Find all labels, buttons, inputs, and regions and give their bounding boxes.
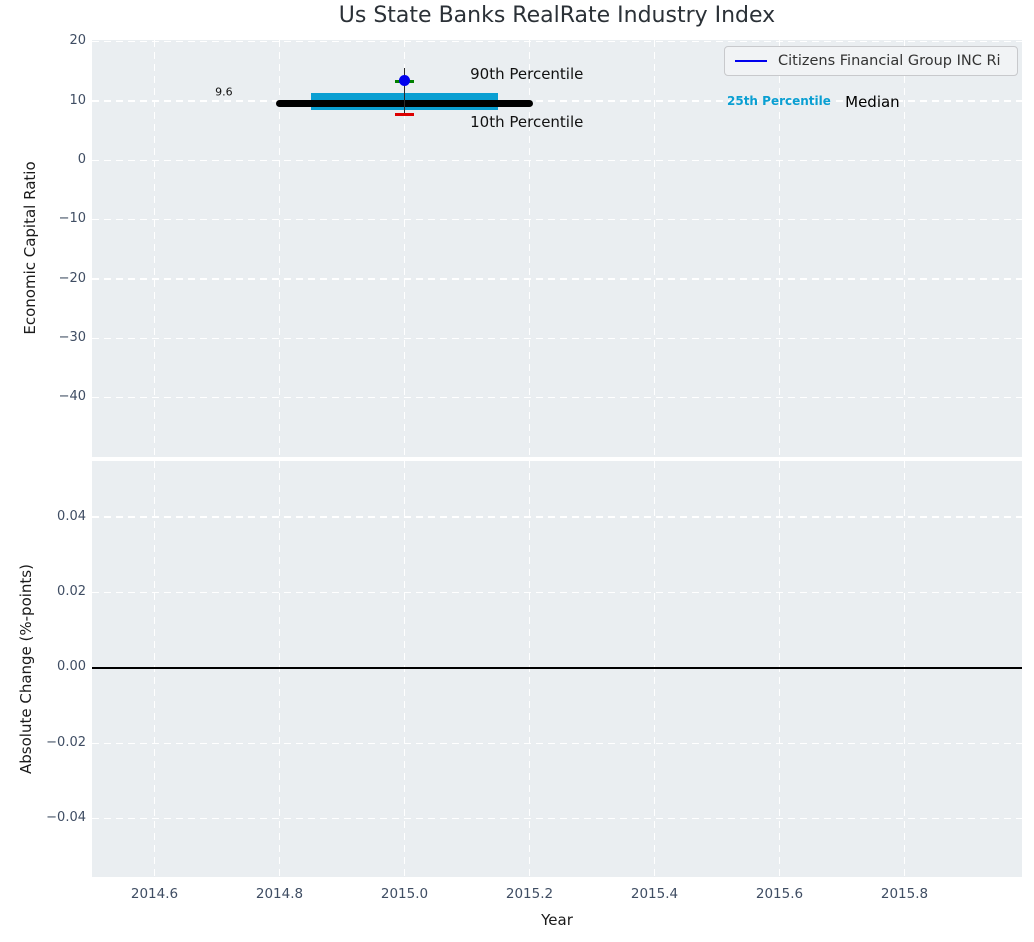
- top-y-axis-label: Economic Capital Ratio: [21, 161, 39, 335]
- y-tick-label: 0: [77, 151, 86, 167]
- y-tick-label: −0.04: [46, 810, 86, 826]
- chart-title: Us State Banks RealRate Industry Index: [338, 3, 776, 28]
- bottom-plot-area: [92, 461, 1022, 877]
- gridline-horizontal: [92, 278, 1022, 280]
- gridline-horizontal: [92, 742, 1022, 744]
- y-tick-label: −30: [58, 329, 86, 345]
- gridline-vertical: [903, 40, 906, 457]
- legend-line-swatch: [735, 59, 767, 63]
- y-tick-label: 0.04: [57, 508, 86, 524]
- gridline-vertical: [153, 40, 156, 457]
- gridline-horizontal: [92, 41, 1022, 43]
- gridline-horizontal: [92, 817, 1022, 820]
- gridline-vertical: [653, 461, 656, 877]
- errorbar-cap-10th: [395, 113, 414, 117]
- gridline-horizontal: [92, 397, 1022, 399]
- x-tick-label: 2014.6: [130, 886, 179, 902]
- y-tick-label: 0.02: [57, 584, 86, 599]
- gridline-horizontal: [92, 219, 1022, 221]
- gridline-vertical: [528, 461, 531, 877]
- annotation-25th-percentile: 25th Percentile: [727, 93, 831, 108]
- y-tick-label: −20: [58, 270, 86, 286]
- x-tick-label: 2015.8: [880, 886, 929, 902]
- y-tick-label: 20: [69, 33, 86, 49]
- annotation-median: Median: [845, 92, 900, 111]
- y-tick-label: 10: [69, 92, 86, 108]
- company-data-point: [399, 74, 410, 86]
- x-tick-label: 2015.6: [755, 886, 804, 902]
- legend-label: Citizens Financial Group INC Ri: [778, 53, 1001, 69]
- y-tick-label: −40: [58, 389, 86, 405]
- annotation-9-6: 9.6: [215, 85, 233, 99]
- x-tick-label: 2015.0: [380, 886, 429, 902]
- chart-figure: Us State Banks RealRate Industry Index E…: [0, 0, 1034, 942]
- x-axis-label: Year: [541, 911, 573, 929]
- gridline-vertical: [153, 461, 156, 877]
- gridline-horizontal: [92, 159, 1022, 162]
- y-tick-label: −0.02: [46, 734, 86, 750]
- gridline-horizontal: [92, 337, 1022, 339]
- annotation-90th-percentile: 90th Percentile: [470, 64, 584, 83]
- gridline-vertical: [403, 461, 406, 877]
- gridline-vertical: [653, 40, 656, 457]
- y-tick-label: −10: [58, 211, 86, 227]
- gridline-horizontal: [92, 516, 1022, 518]
- legend: Citizens Financial Group INC Ri: [724, 46, 1018, 76]
- annotation-10th-percentile: 10th Percentile: [470, 112, 584, 131]
- gridline-vertical: [278, 461, 281, 877]
- gridline-vertical: [903, 461, 906, 877]
- x-tick-label: 2015.2: [505, 886, 554, 902]
- gridline-horizontal: [92, 591, 1022, 594]
- x-tick-label: 2015.4: [630, 886, 679, 902]
- gridline-vertical: [778, 461, 781, 877]
- y-tick-label: 0.00: [57, 659, 86, 675]
- x-tick-label: 2014.8: [255, 886, 304, 902]
- zero-line: [92, 667, 1022, 669]
